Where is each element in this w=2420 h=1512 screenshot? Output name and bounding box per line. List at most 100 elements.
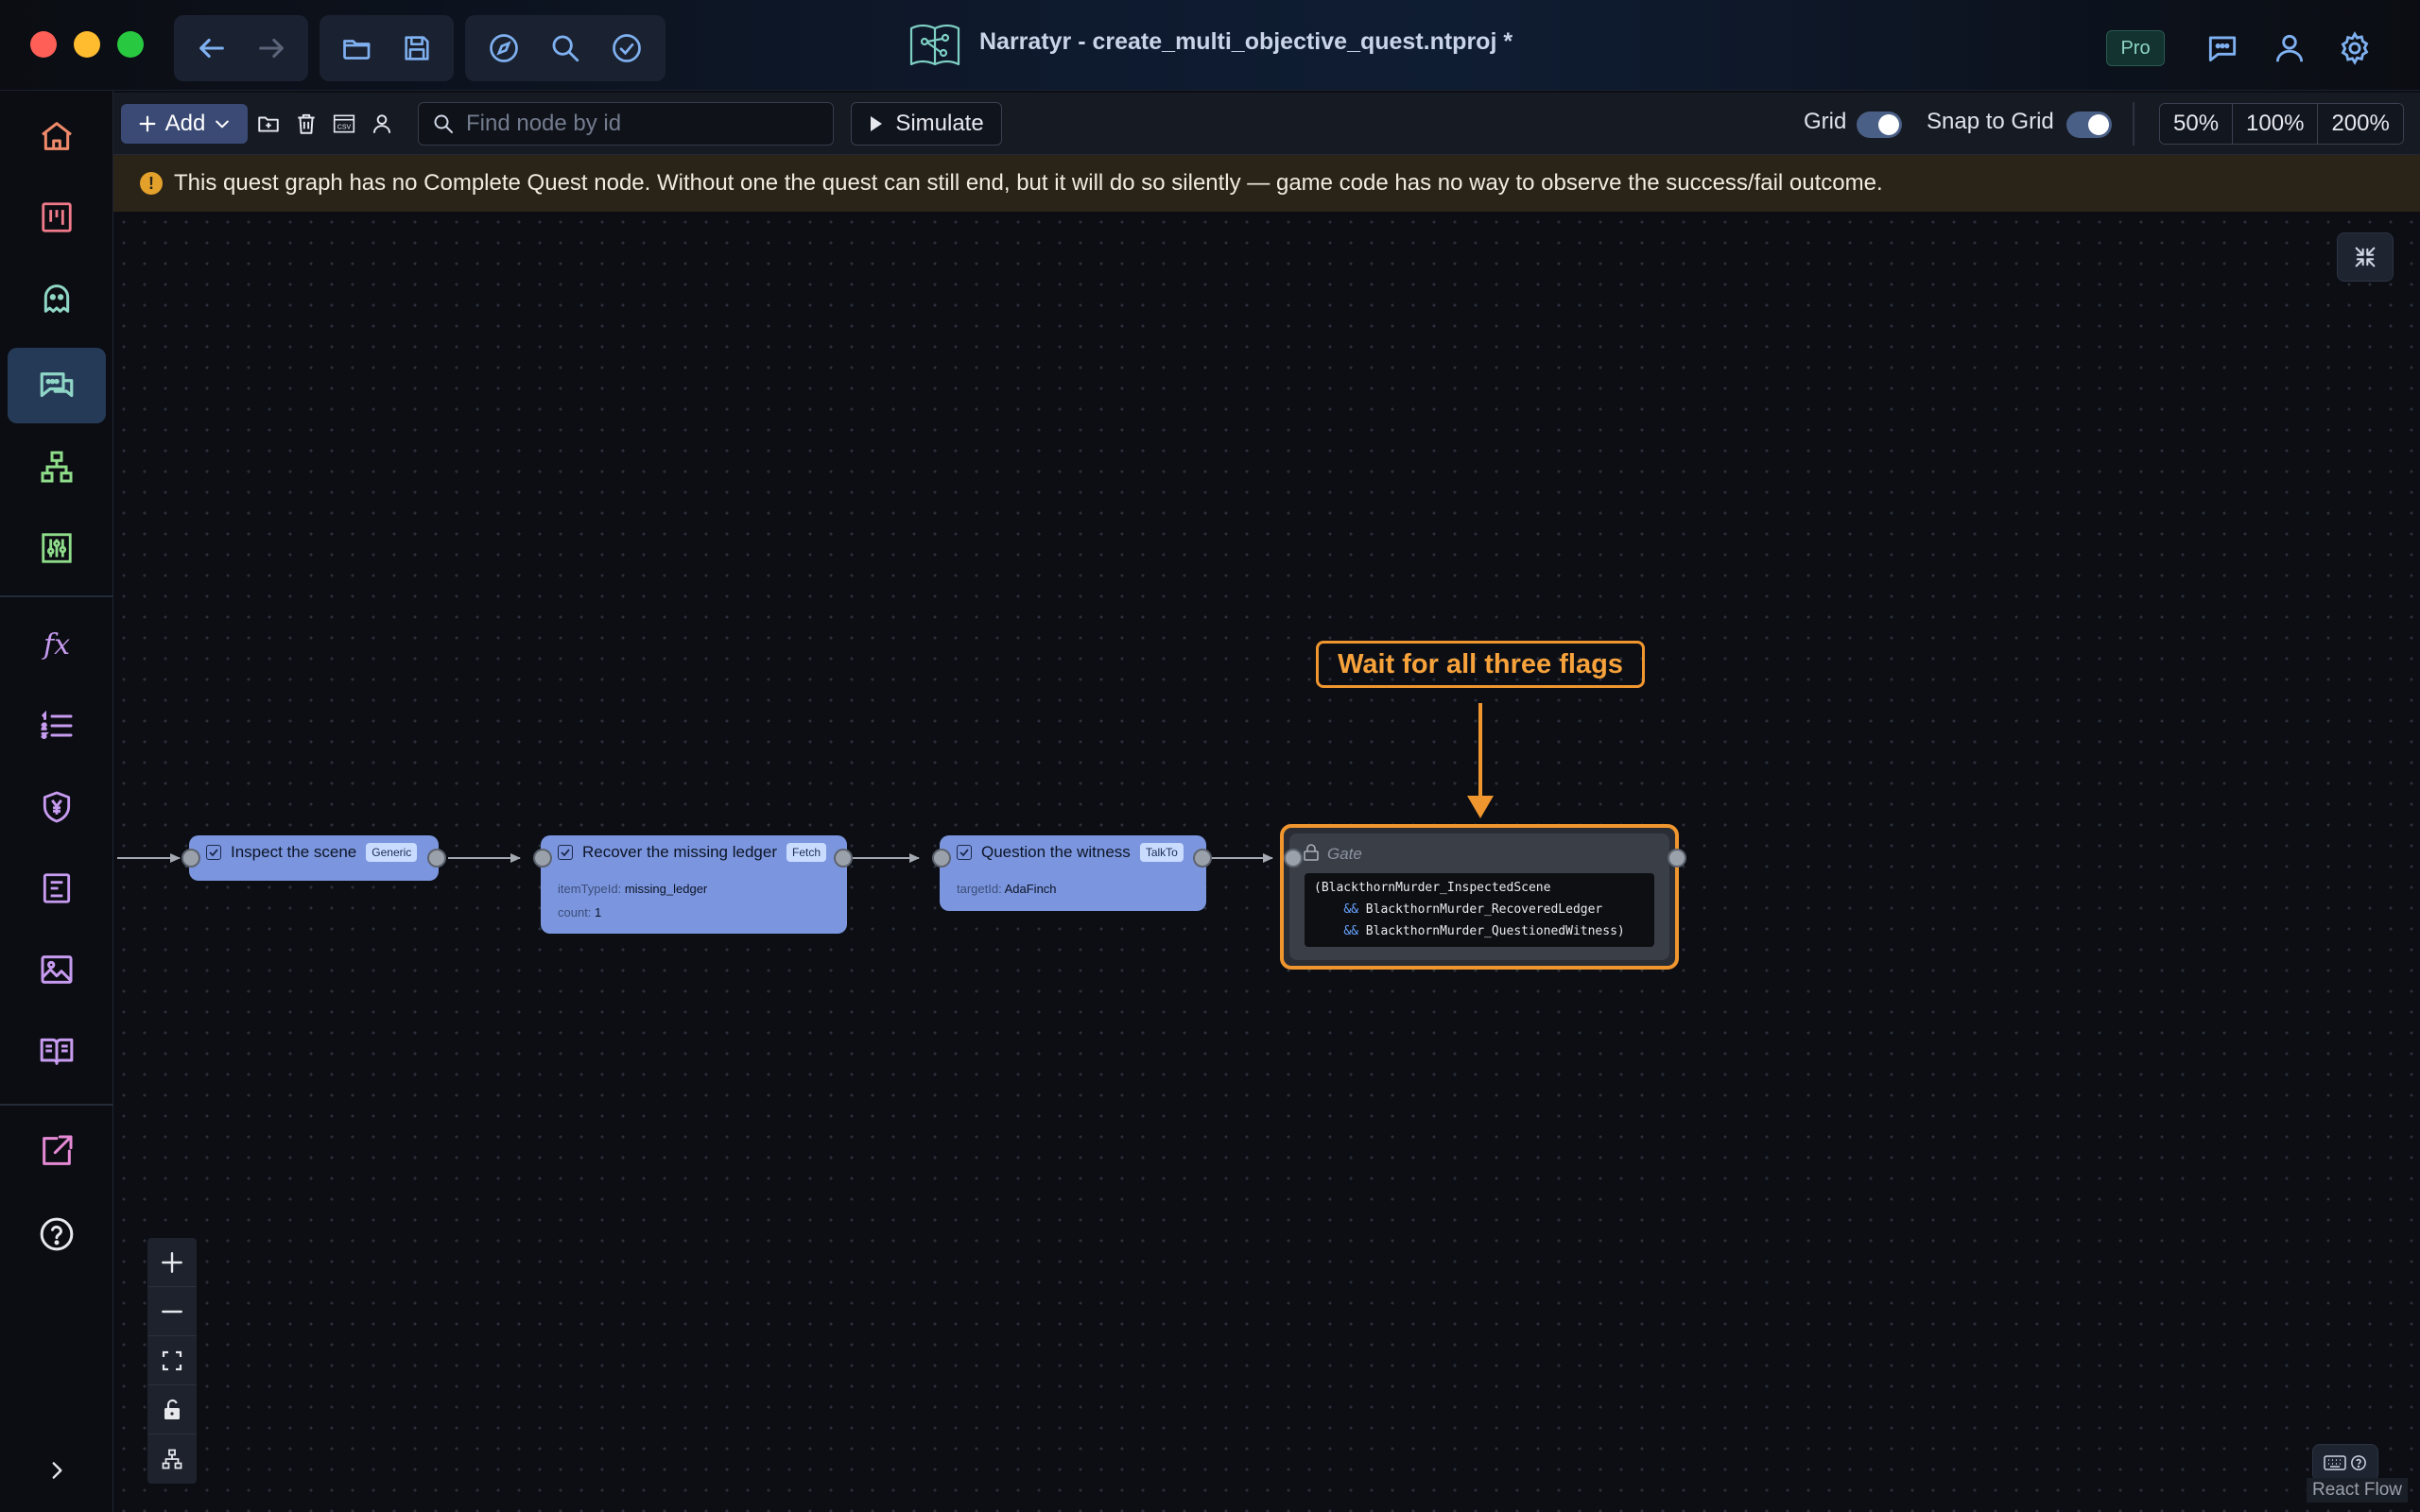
sliders-icon xyxy=(42,533,72,563)
sidebar-item-quests[interactable] xyxy=(8,429,106,505)
validate-button[interactable] xyxy=(596,20,658,77)
zoom-in-button[interactable] xyxy=(147,1238,197,1287)
assign-character-button[interactable] xyxy=(363,104,401,144)
node-input-handle[interactable] xyxy=(932,849,951,868)
node-output-handle[interactable] xyxy=(427,849,446,868)
account-button[interactable] xyxy=(2268,26,2311,70)
window-title: Narratyr - create_multi_objective_quest.… xyxy=(979,28,1513,55)
sidebar-item-functions[interactable]: fx xyxy=(8,607,106,682)
close-window-button[interactable] xyxy=(30,31,57,58)
add-label: Add xyxy=(164,111,206,136)
zoom-100-button[interactable]: 100% xyxy=(2233,104,2319,144)
expr-line-2: BlackthornMurder_RecoveredLedger xyxy=(1365,902,1603,917)
sidebar-divider-2 xyxy=(0,1104,113,1106)
zoom-out-icon xyxy=(162,1310,182,1313)
expr-line-1: (BlackthornMurder_InspectedScene xyxy=(1314,881,1551,895)
node-output-handle[interactable] xyxy=(834,849,853,868)
keyboard-icon xyxy=(2324,1455,2346,1470)
hierarchy-tree-icon xyxy=(41,451,73,483)
chat-icon xyxy=(2208,36,2237,62)
gate-condition-expression[interactable]: (BlackthornMurder_InspectedScene && Blac… xyxy=(1305,873,1654,947)
maximize-window-button[interactable] xyxy=(117,31,144,58)
save-project-button[interactable] xyxy=(387,20,446,77)
home-icon xyxy=(42,122,72,150)
tools-group xyxy=(465,15,666,81)
settings-button[interactable] xyxy=(2333,26,2377,70)
node-title: Inspect the scene xyxy=(231,843,357,861)
add-node-button[interactable]: Add xyxy=(121,104,248,144)
gate-output-handle[interactable] xyxy=(1668,849,1686,868)
csv-table-icon: CSV xyxy=(333,114,355,133)
back-button[interactable] xyxy=(182,20,241,77)
zoom-50-button[interactable]: 50% xyxy=(2160,104,2234,144)
prop-value: AdaFinch xyxy=(1004,882,1057,896)
expr-close-paren: ) xyxy=(1616,924,1625,938)
sidebar-item-lists[interactable] xyxy=(8,688,106,764)
prop-value: 1 xyxy=(595,905,602,919)
search-button[interactable] xyxy=(534,20,596,77)
title-bar: Narratyr - create_multi_objective_quest.… xyxy=(0,0,2420,91)
sidebar-item-characters[interactable] xyxy=(8,261,106,336)
file-actions-group xyxy=(320,15,454,81)
new-group-button[interactable] xyxy=(250,104,287,144)
node-output-handle[interactable] xyxy=(1193,849,1212,868)
minimize-window-button[interactable] xyxy=(74,31,100,58)
collapse-view-button[interactable] xyxy=(2337,232,2394,282)
node-input-handle[interactable] xyxy=(533,849,552,868)
sidebar-item-export[interactable] xyxy=(8,1113,106,1189)
folder-plus-icon xyxy=(258,116,279,132)
quest-node-question-witness[interactable]: Question the witness TalkTo targetId: Ad… xyxy=(940,835,1206,911)
simulate-button[interactable]: Simulate xyxy=(851,102,1002,146)
open-project-button[interactable] xyxy=(327,20,387,77)
grid-toggle[interactable] xyxy=(1857,112,1902,138)
fit-view-button[interactable] xyxy=(147,1336,197,1385)
delete-button[interactable] xyxy=(287,104,325,144)
find-node-input[interactable] xyxy=(466,111,825,137)
lock-canvas-button[interactable] xyxy=(147,1385,197,1435)
check-circle-icon xyxy=(613,34,642,62)
gate-input-handle[interactable] xyxy=(1284,849,1303,868)
export-icon xyxy=(43,1135,73,1165)
snap-to-grid-toggle[interactable] xyxy=(2066,112,2112,138)
sidebar-item-dialogue[interactable] xyxy=(8,348,106,423)
react-flow-attribution[interactable]: React Flow xyxy=(2307,1478,2409,1503)
zoom-out-button[interactable] xyxy=(147,1287,197,1336)
node-type-badge: Generic xyxy=(366,843,418,862)
pro-badge[interactable]: Pro xyxy=(2106,30,2165,66)
sidebar-expand-button[interactable] xyxy=(8,1433,106,1508)
sidebar-item-help[interactable] xyxy=(8,1196,106,1272)
auto-layout-icon xyxy=(162,1449,182,1469)
app-logo-icon xyxy=(909,24,960,66)
gear-icon xyxy=(2341,31,2369,65)
gate-node[interactable]: Gate (BlackthornMurder_InspectedScene &&… xyxy=(1280,824,1679,970)
function-fx-icon: fx xyxy=(43,627,71,662)
node-input-handle[interactable] xyxy=(182,849,200,868)
person-icon xyxy=(372,114,391,133)
play-icon xyxy=(871,116,883,131)
forward-button[interactable] xyxy=(241,20,301,77)
sidebar-item-items[interactable] xyxy=(8,850,106,926)
sidebar-item-variables[interactable] xyxy=(8,510,106,586)
chat-button[interactable] xyxy=(2201,26,2244,70)
sidebar-item-board[interactable] xyxy=(8,180,106,255)
book-icon xyxy=(40,1038,74,1065)
keyboard-help-button[interactable] xyxy=(2312,1444,2378,1482)
sidebar-item-home[interactable] xyxy=(8,98,106,174)
sidebar-item-economy[interactable] xyxy=(8,769,106,845)
callout-label: Wait for all three flags xyxy=(1316,641,1645,688)
zoom-200-button[interactable]: 200% xyxy=(2318,104,2403,144)
zoom-presets: 50% 100% 200% xyxy=(2159,103,2404,145)
csv-export-button[interactable]: CSV xyxy=(325,104,363,144)
warning-banner: ! This quest graph has no Complete Quest… xyxy=(113,155,2420,212)
collapse-arrows-icon xyxy=(2355,247,2376,267)
graph-canvas[interactable]: Inspect the scene Generic Recover the mi… xyxy=(113,212,2420,1512)
toggle-knob xyxy=(1878,114,1899,135)
sidebar-item-codex[interactable] xyxy=(8,1013,106,1089)
quest-node-inspect-scene[interactable]: Inspect the scene Generic xyxy=(189,835,439,881)
node-header: Inspect the scene Generic xyxy=(206,843,418,862)
quest-node-recover-ledger[interactable]: Recover the missing ledger Fetch itemTyp… xyxy=(541,835,847,934)
navigate-button[interactable] xyxy=(473,20,534,77)
prop-key: count: xyxy=(558,905,592,919)
sidebar-item-assets[interactable] xyxy=(8,932,106,1007)
auto-layout-button[interactable] xyxy=(147,1435,197,1484)
